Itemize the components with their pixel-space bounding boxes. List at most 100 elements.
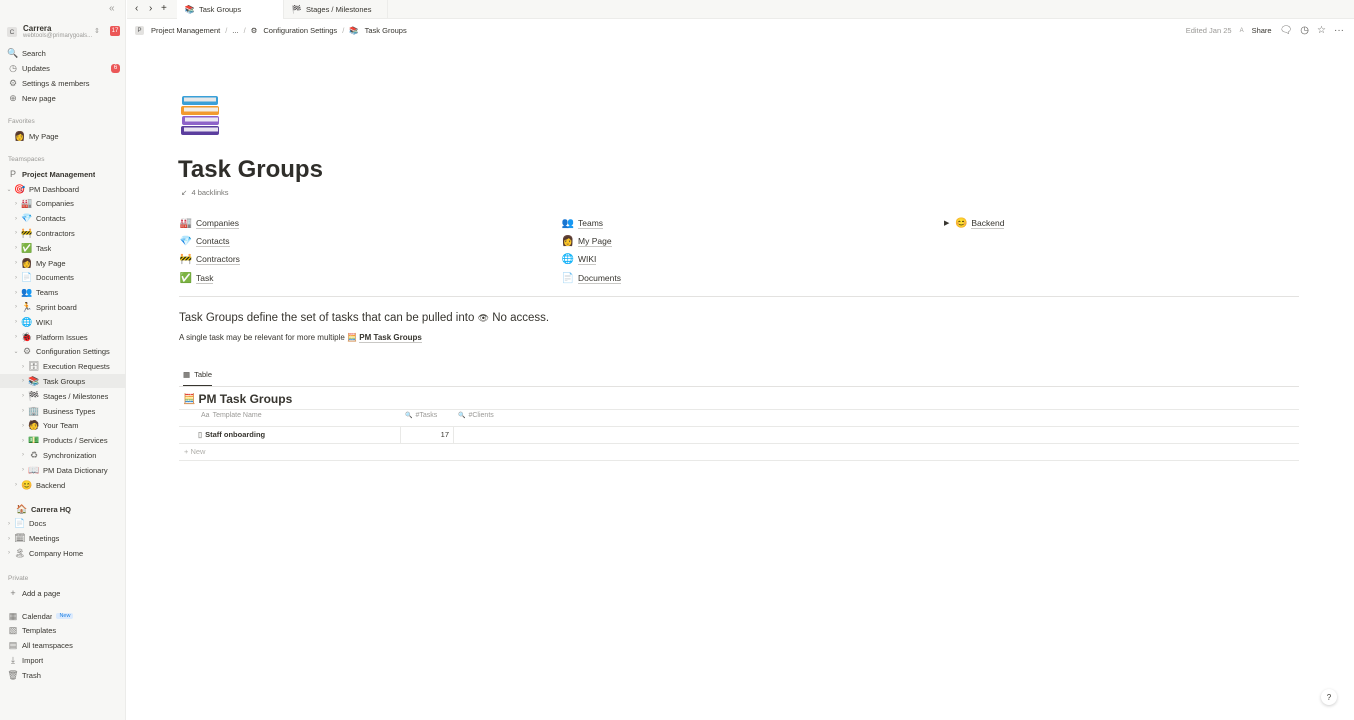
sidebar-item-meetings[interactable]: › 🗓 Meetings [0, 532, 126, 546]
database-title[interactable]: 🧮 PM Task Groups [183, 392, 292, 406]
sidebar-item-products-services[interactable]: › 💵 Products / Services [0, 434, 126, 448]
sidebar-item-teams[interactable]: › 👥 Teams [0, 286, 126, 300]
sidebar-item-search[interactable]: 🔍 Search [0, 46, 126, 60]
sidebar-item-wiki[interactable]: › 🌐 WIKI [0, 315, 126, 329]
sidebar-item-company-home[interactable]: › 🏝 Company Home [0, 546, 126, 560]
breadcrumb-task-groups[interactable]: Task Groups [365, 26, 407, 35]
breadcrumb-configuration-settings[interactable]: Configuration Settings [263, 26, 337, 35]
page-title[interactable]: Task Groups [178, 156, 323, 184]
sidebar-item-contacts[interactable]: › 💎 Contacts [0, 212, 126, 226]
sidebar-item-configuration-settings[interactable]: ⌄ ⚙ Configuration Settings [0, 345, 126, 359]
sidebar-item-my-page[interactable]: › 👩 My Page [0, 256, 126, 270]
view-tab-table[interactable]: ▦ Table [183, 370, 213, 387]
sidebar-item-stages-milestones[interactable]: › 🏁 Stages / Milestones [0, 389, 126, 403]
chevron-right-icon[interactable]: › [13, 201, 19, 207]
page-link-task[interactable]: ✅ Task [180, 269, 240, 287]
more-options-icon[interactable]: ··· [1334, 25, 1344, 36]
chevron-right-icon[interactable]: › [13, 230, 19, 236]
sidebar-item-docs[interactable]: › 📄 Docs [0, 517, 126, 531]
sidebar-item-sprint-board[interactable]: › 🏃 Sprint board [0, 300, 126, 314]
tab-stages-milestones[interactable]: 🏁 Stages / Milestones [284, 0, 388, 19]
collapse-sidebar-icon[interactable]: « [109, 3, 115, 14]
column-header-template-name[interactable]: Aa Template Name [201, 412, 262, 419]
chevron-right-icon[interactable]: › [20, 423, 26, 429]
sidebar-item-backend[interactable]: › 😊 Backend [0, 478, 126, 492]
chevron-right-icon[interactable]: › [13, 290, 19, 296]
help-button[interactable]: ? [1321, 689, 1337, 705]
sidebar-item-trash[interactable]: 🗑 Trash [0, 668, 126, 682]
page-link-contacts[interactable]: 💎 Contacts [180, 232, 240, 250]
chevron-right-icon[interactable]: › [13, 216, 19, 222]
column-header-clients[interactable]: 🔍 #Clients [458, 412, 494, 419]
page-link-teams[interactable]: 👥 Teams [562, 214, 621, 232]
chevron-right-icon[interactable]: › [6, 536, 12, 542]
chevron-right-icon[interactable]: › [6, 550, 12, 556]
sidebar-item-updates[interactable]: ◷ Updates 6 [0, 61, 126, 75]
chevron-right-icon[interactable]: › [13, 319, 19, 325]
chevron-right-icon[interactable]: › [13, 245, 19, 251]
sidebar-item-carrera-hq[interactable]: 🏠 Carrera HQ [0, 502, 126, 516]
sidebar-item-settings-members[interactable]: ⚙ Settings & members [0, 76, 126, 90]
sidebar-item-documents[interactable]: › 📄 Documents [0, 271, 126, 285]
sidebar-item-add-a-page[interactable]: + Add a page [0, 586, 126, 600]
row-name-cell[interactable]: ▯ Staff onboarding [198, 430, 265, 439]
page-link-documents[interactable]: 📄 Documents [562, 269, 621, 287]
row-tasks-cell[interactable]: 17 [400, 430, 449, 439]
chevron-right-icon[interactable]: › [20, 378, 26, 384]
sidebar-item-contractors[interactable]: › 🚧 Contractors [0, 226, 126, 240]
new-row-button[interactable]: + New [184, 447, 205, 456]
collaborator-avatar[interactable]: A [1240, 28, 1244, 34]
page-link-contractors[interactable]: 🚧 Contractors [180, 251, 240, 269]
chevron-right-icon[interactable]: › [20, 393, 26, 399]
backlinks[interactable]: ↙ 4 backlinks [181, 188, 229, 197]
chevron-down-icon[interactable]: ⌄ [13, 348, 19, 355]
chevron-right-icon[interactable]: › [20, 408, 26, 414]
sidebar-item-pm-dashboard[interactable]: ⌄ 🎯 PM Dashboard [0, 182, 126, 196]
workspace-avatar[interactable]: C [7, 27, 17, 37]
sidebar-item-business-types[interactable]: › 🏢 Business Types [0, 404, 126, 418]
share-button[interactable]: Share [1252, 26, 1272, 35]
sidebar-item-execution-requests[interactable]: › 🗄 Execution Requests [0, 360, 126, 374]
favorite-star-icon[interactable]: ☆ [1317, 25, 1326, 36]
sidebar-item-import[interactable]: ⤓ Import [0, 653, 126, 667]
workspace-name[interactable]: Carrera [23, 24, 51, 33]
sidebar-item-templates[interactable]: ▧ Templates [0, 624, 126, 638]
sidebar-item-calendar[interactable]: ▦ Calendar New [0, 609, 126, 623]
sidebar-item-task-groups[interactable]: › 📚 Task Groups [0, 374, 126, 389]
breadcrumb-project-management[interactable]: Project Management [151, 26, 220, 35]
pm-task-groups-link[interactable]: PM Task Groups [359, 333, 422, 343]
page-link-my-page[interactable]: 👩 My Page [562, 232, 621, 250]
chevron-right-icon[interactable]: › [20, 467, 26, 473]
tab-task-groups[interactable]: 📚 Task Groups [177, 0, 284, 19]
page-link-backend[interactable]: ▶ 😊 Backend [944, 214, 1005, 232]
page-link-wiki[interactable]: 🌐 WIKI [562, 251, 621, 269]
sidebar-item-companies[interactable]: › 🏭 Companies [0, 197, 126, 211]
chevron-right-icon[interactable]: › [20, 452, 26, 458]
sidebar-item-platform-issues[interactable]: › 🐞 Platform Issues [0, 330, 126, 344]
page-link-companies[interactable]: 🏭 Companies [180, 214, 240, 232]
chevron-right-icon[interactable]: › [13, 334, 19, 340]
comments-icon[interactable]: 🗨 [1280, 25, 1293, 36]
sidebar-item-new-page[interactable]: ⊕ New page [0, 91, 126, 105]
sidebar-item-task[interactable]: › ✅ Task [0, 241, 126, 255]
chevron-right-icon[interactable]: › [20, 364, 26, 370]
sidebar-item-my-page[interactable]: 👩 My Page [0, 129, 126, 143]
notification-badge[interactable]: 17 [110, 26, 120, 36]
sidebar-item-project-management[interactable]: P Project Management [0, 167, 126, 181]
sidebar-item-your-team[interactable]: › 🧑 Your Team [0, 419, 126, 433]
breadcrumb-ellipsis[interactable]: ... [232, 26, 238, 35]
column-header-tasks[interactable]: 🔍 #Tasks [405, 412, 437, 419]
section-label-private[interactable]: Private [8, 575, 28, 582]
workspace-switcher-icon[interactable]: ⇕ [94, 27, 100, 35]
chevron-right-icon[interactable]: › [6, 521, 12, 527]
chevron-right-icon[interactable]: › [20, 438, 26, 444]
sidebar-item-synchronization[interactable]: › ♻ Synchronization [0, 448, 126, 462]
chevron-right-icon[interactable]: › [13, 304, 19, 310]
chevron-right-icon[interactable]: › [13, 482, 19, 488]
chevron-right-icon[interactable]: › [13, 275, 19, 281]
sidebar-item-pm-data-dictionary[interactable]: › 📖 PM Data Dictionary [0, 463, 126, 477]
new-tab-icon[interactable]: + [161, 3, 167, 14]
toggle-triangle-icon[interactable]: ▶ [944, 219, 949, 227]
section-label-teamspaces[interactable]: Teamspaces [8, 156, 45, 163]
no-access-link[interactable]: No access. [492, 312, 549, 324]
